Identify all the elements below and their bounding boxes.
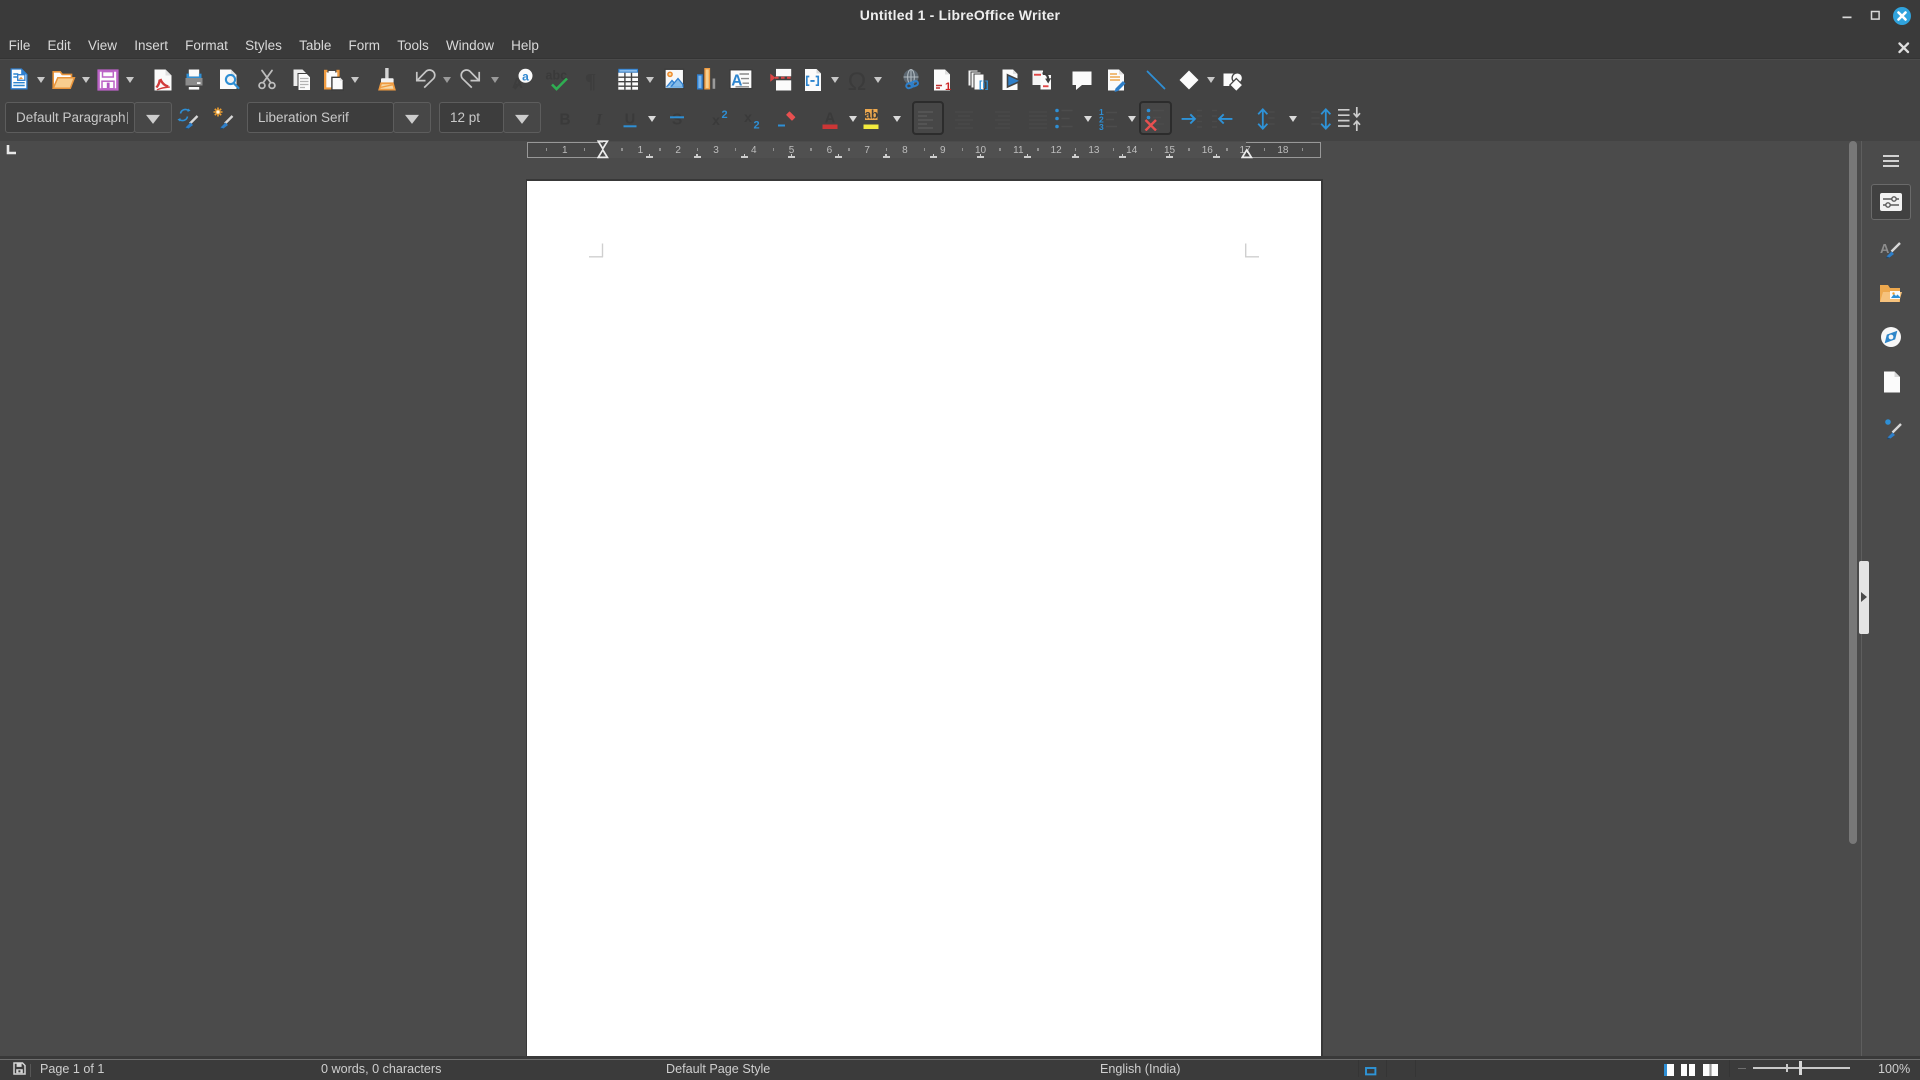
svg-text:U: U [625, 112, 635, 128]
svg-text:Ω: Ω [848, 68, 867, 92]
svg-text:x: x [744, 109, 752, 125]
svg-text:B: B [559, 112, 570, 129]
svg-text:a: a [522, 69, 529, 83]
svg-text:A: A [1880, 241, 1890, 256]
svg-text:I: I [595, 112, 603, 129]
svg-text:ab: ab [865, 110, 878, 122]
svg-text:2: 2 [721, 109, 727, 121]
svg-text:2: 2 [753, 120, 759, 132]
svg-text:[i]: [i] [979, 80, 988, 91]
svg-text:S: S [672, 112, 682, 129]
svg-text:1: 1 [945, 81, 951, 92]
svg-text:A: A [825, 111, 836, 127]
svg-text:¶: ¶ [585, 69, 596, 92]
svg-text:x: x [712, 112, 720, 128]
svg-text:3: 3 [1099, 122, 1104, 131]
